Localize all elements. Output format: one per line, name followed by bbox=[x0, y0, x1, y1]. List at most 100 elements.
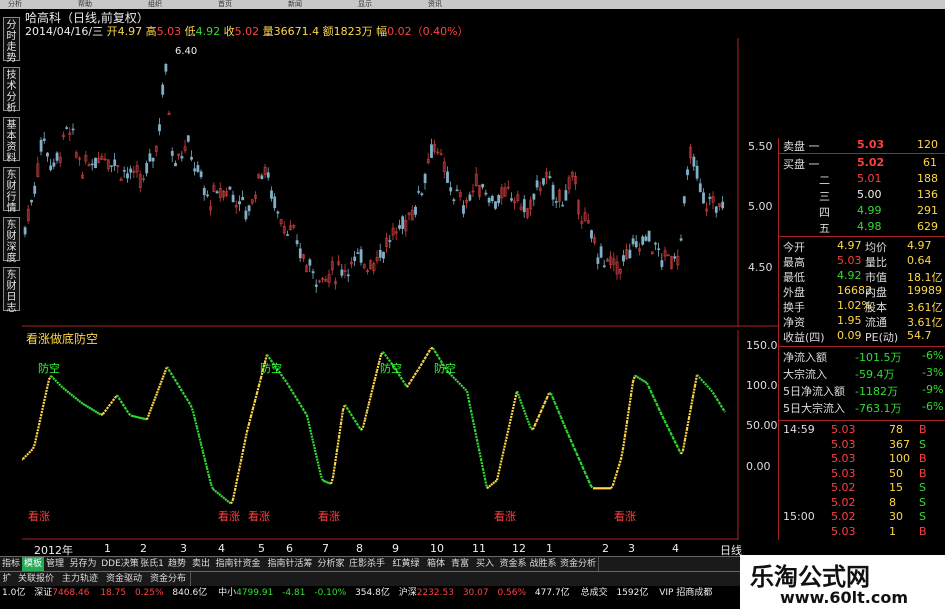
sz-change: 18.75 bbox=[100, 588, 127, 598]
candle-body bbox=[510, 198, 513, 201]
candle-body bbox=[423, 173, 427, 184]
side-tab-fundamentals[interactable]: 基本资料 bbox=[3, 117, 20, 164]
indicator-tab[interactable]: 指南针资金 bbox=[212, 557, 265, 571]
indicator-tab[interactable]: 张氏1 bbox=[140, 557, 165, 571]
candle-body bbox=[247, 205, 251, 212]
indicator-tab[interactable]: 箱体 bbox=[424, 557, 449, 571]
indicator-tab[interactable]: 指南针活筹 bbox=[264, 557, 317, 571]
bid1-row: 买盘 一 5.02 61 bbox=[779, 156, 945, 171]
stat-label: 净资 bbox=[783, 316, 805, 329]
time-axis-label: 7 bbox=[322, 542, 329, 555]
candle-body bbox=[46, 152, 49, 157]
menu-item[interactable]: 组织 bbox=[120, 0, 190, 9]
candle-body bbox=[276, 211, 280, 214]
quote-stat-row: 最高 5.03 量比 0.64 bbox=[779, 254, 945, 269]
indicator-tab[interactable]: DDE决策 bbox=[100, 557, 141, 571]
menu-item[interactable]: 首页 bbox=[190, 0, 260, 9]
ask1-label: 卖盘 一 bbox=[783, 140, 820, 153]
footer-first: 1.0亿 bbox=[2, 588, 26, 598]
candle-body bbox=[455, 189, 459, 192]
ask1-row: 卖盘 一 5.03 120 bbox=[779, 138, 945, 153]
candle-body bbox=[698, 183, 702, 193]
side-tab-log[interactable]: 东财日志 bbox=[3, 267, 20, 314]
indicator-tab[interactable]: 卖出 bbox=[190, 557, 213, 571]
menu-item[interactable]: 资讯 bbox=[400, 0, 470, 9]
menu-item[interactable]: 帮助 bbox=[50, 0, 120, 9]
indicator-segment bbox=[326, 481, 330, 485]
watermark-title: 乐淘公式网 bbox=[750, 563, 870, 591]
stat-label: 最低 bbox=[783, 271, 805, 284]
candle-body bbox=[359, 249, 363, 263]
candle-body bbox=[193, 168, 197, 172]
change-label: 幅 bbox=[376, 25, 388, 38]
candle-body bbox=[298, 248, 302, 259]
tick-row: 5.03 367 S bbox=[779, 438, 945, 453]
flow-percent: -6% bbox=[922, 349, 944, 362]
indicator-tab[interactable]: 庄影杀手 bbox=[346, 557, 389, 571]
indicator-segment bbox=[82, 402, 86, 407]
candle-body bbox=[65, 127, 69, 129]
zx-label: 中小 bbox=[218, 588, 237, 598]
side-tab-market[interactable]: 东财行情 bbox=[3, 167, 20, 214]
indicator-chart[interactable]: 看涨做底防空 150.00 100.00 50.00 0.00 防空 防空 防空… bbox=[22, 330, 778, 540]
candle-body bbox=[695, 165, 699, 179]
fangkong-label: 防空 bbox=[434, 361, 456, 375]
sub-tab[interactable]: 关联报价 bbox=[14, 572, 59, 586]
side-tab-depth[interactable]: 东财深度 bbox=[3, 217, 20, 264]
bid2-volume: 188 bbox=[917, 172, 938, 185]
vip-label[interactable]: VIP 招商成都 bbox=[659, 588, 712, 598]
indicator-segment bbox=[322, 479, 326, 483]
ind-tick-100: 100.00 bbox=[746, 379, 778, 392]
side-tab-intraday[interactable]: 分时走势 bbox=[3, 17, 20, 64]
tick-price: 5.03 bbox=[831, 524, 856, 538]
indicator-tab[interactable]: 资金分析 bbox=[558, 557, 599, 571]
candle-body bbox=[199, 171, 203, 178]
indicator-tab[interactable]: 分析家 bbox=[316, 557, 347, 571]
candle-body bbox=[122, 170, 126, 172]
amount-label: 额 bbox=[322, 25, 334, 38]
sub-tab[interactable]: 扩 bbox=[0, 572, 15, 586]
candle-body bbox=[260, 175, 264, 180]
menu-item[interactable]: 分析 bbox=[0, 0, 50, 9]
indicator-segment bbox=[88, 406, 92, 410]
menu-item[interactable]: 显示 bbox=[330, 0, 400, 9]
candle-body bbox=[39, 139, 43, 152]
candle-body bbox=[398, 225, 401, 229]
sub-tab[interactable]: 资金驱动 bbox=[102, 572, 147, 586]
tick-time: 14:59 bbox=[783, 423, 815, 436]
tick-volume: 1 bbox=[889, 524, 896, 538]
candle-body bbox=[494, 201, 497, 209]
watermark: 乐淘公式网 www.60lt.com bbox=[740, 555, 945, 609]
indicator-tab[interactable]: 红黄绿 bbox=[388, 557, 425, 571]
stat-label: 股本 bbox=[865, 301, 887, 314]
stat-label: 量比 bbox=[865, 256, 887, 269]
tick-time: 15:00 bbox=[783, 510, 815, 523]
sub-tab[interactable]: 资金分布 bbox=[146, 572, 191, 586]
tick-row: 5.03 1 B bbox=[779, 525, 945, 540]
indicator-tab[interactable]: 模板 bbox=[22, 557, 45, 571]
candlestick-chart[interactable]: 6.40 5.50 5.00 4.50 bbox=[22, 38, 778, 327]
tick-price: 5.03 bbox=[831, 437, 856, 451]
candle-body bbox=[71, 128, 75, 131]
indicator-tab[interactable]: 管理 bbox=[44, 557, 67, 571]
stat-label: 外盘 bbox=[783, 286, 805, 299]
candle-body bbox=[484, 192, 488, 195]
bid1-label: 买盘 一 bbox=[783, 158, 820, 171]
candle-body bbox=[266, 172, 270, 178]
tick-price: 5.02 bbox=[831, 481, 856, 494]
indicator-tab[interactable]: 青富 bbox=[448, 557, 473, 571]
time-axis-label: 3 bbox=[180, 542, 187, 555]
side-tab-technical[interactable]: 技术分析 bbox=[3, 67, 20, 114]
candle-body bbox=[628, 249, 632, 259]
candle-body bbox=[286, 234, 289, 236]
stat-value: 0.64 bbox=[907, 254, 932, 267]
indicator-tab[interactable]: 另存为 bbox=[66, 557, 101, 571]
indicator-tab[interactable]: 指标 bbox=[0, 557, 23, 571]
indicator-tab[interactable]: 战胜系 bbox=[528, 557, 559, 571]
indicator-tab[interactable]: 资金系 bbox=[498, 557, 529, 571]
sub-tab[interactable]: 主力轨迹 bbox=[58, 572, 103, 586]
indicator-tab[interactable]: 买入 bbox=[472, 557, 499, 571]
flow-row: 5日大宗流入 -763.1万 -6% bbox=[779, 400, 945, 415]
menu-item[interactable]: 新闻 bbox=[260, 0, 330, 9]
indicator-tab[interactable]: 趋势 bbox=[164, 557, 191, 571]
